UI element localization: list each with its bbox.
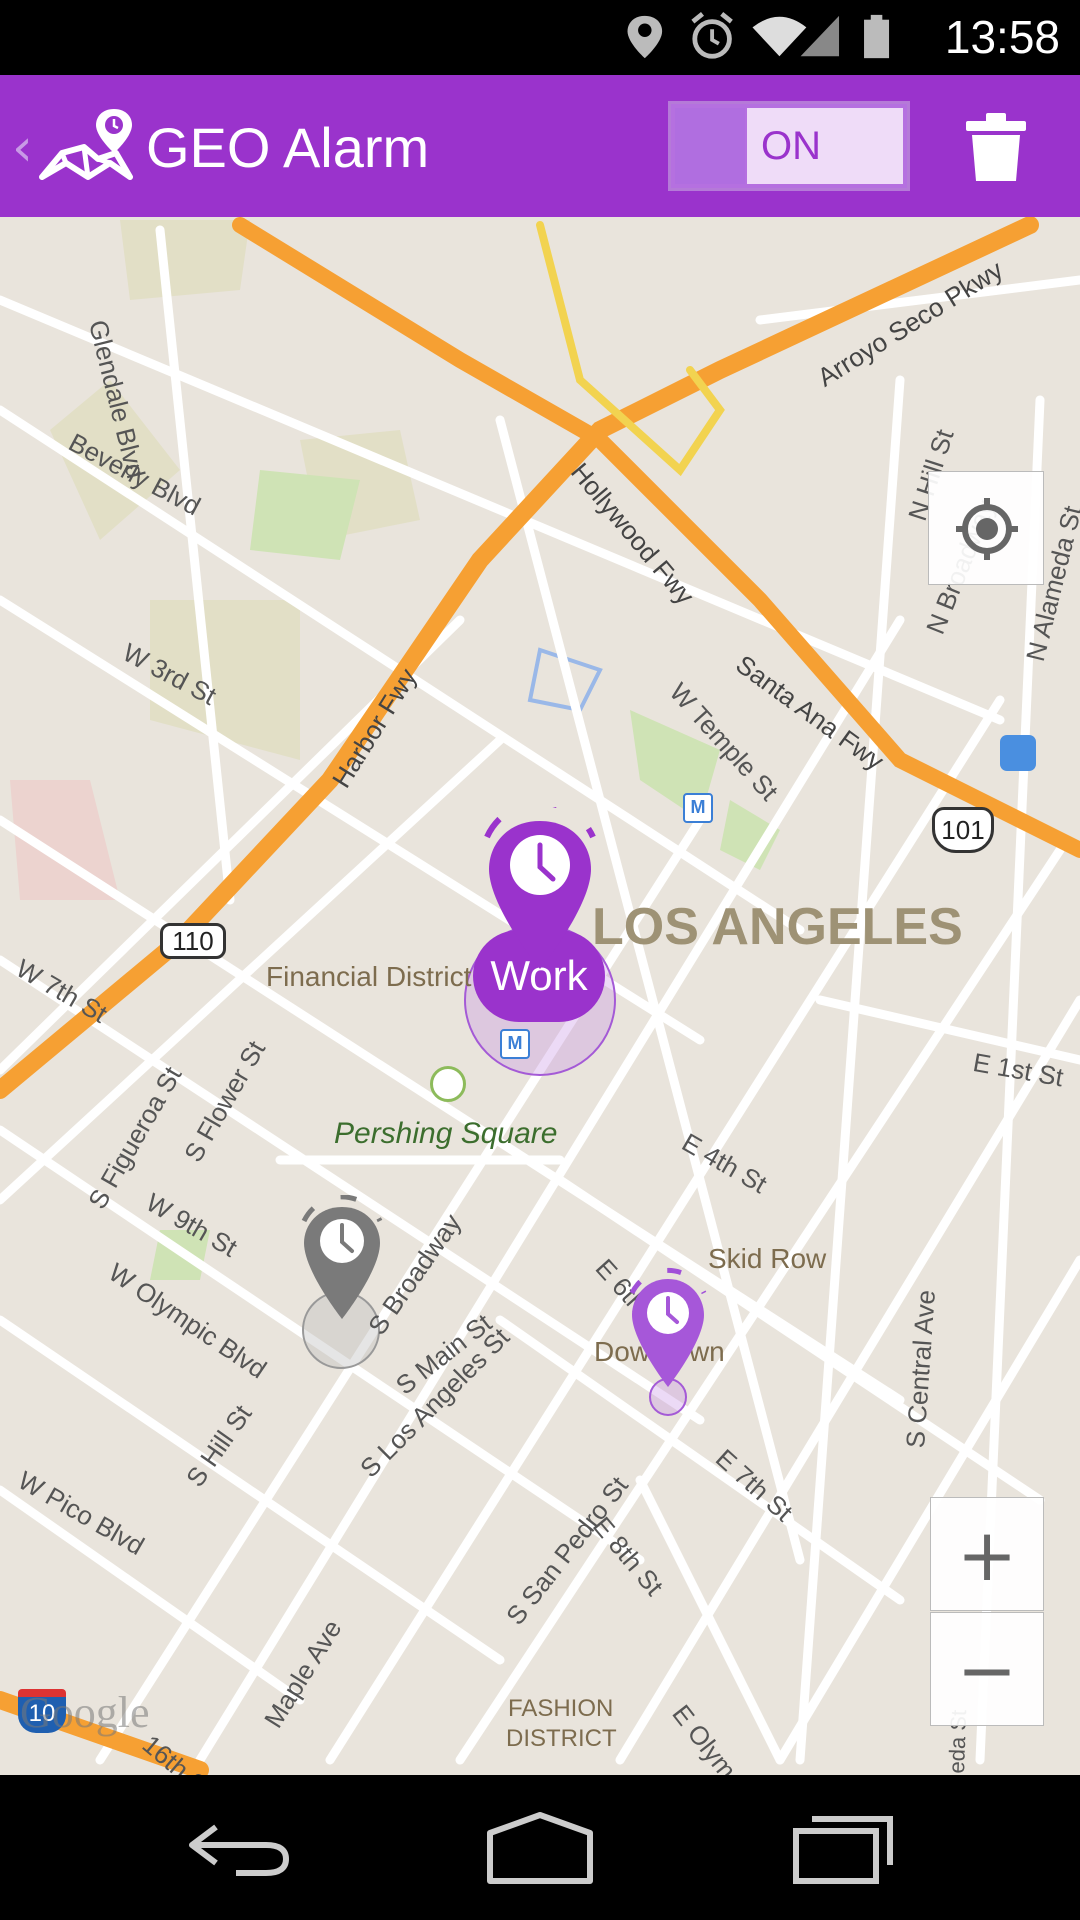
alarm-icon — [691, 12, 733, 59]
location-icon — [627, 15, 663, 59]
signal-icon — [800, 15, 840, 57]
google-logo: Google — [20, 1688, 150, 1737]
wifi-icon — [752, 16, 807, 57]
plus-icon: + — [956, 1513, 1018, 1597]
district-label: FASHION — [508, 1695, 614, 1722]
minus-icon: − — [956, 1628, 1018, 1712]
my-location-button[interactable] — [928, 471, 1044, 585]
crosshair-icon — [956, 498, 1018, 560]
zoom-out-button[interactable]: − — [930, 1612, 1044, 1726]
city-label: LOS ANGELES — [592, 898, 963, 956]
metro-icon: M — [500, 1029, 530, 1059]
downtown-alarm-marker[interactable] — [624, 1267, 712, 1393]
toggle-on-label: ON — [747, 108, 903, 184]
battery-icon — [864, 14, 890, 59]
district-label: DISTRICT — [506, 1725, 617, 1752]
route-110-shield: 110 — [160, 923, 226, 959]
park-label: Pershing Square — [334, 1117, 558, 1150]
park-icon — [430, 1066, 466, 1102]
recents-icon[interactable] — [790, 1811, 896, 1887]
route-101-shield: 101 — [932, 807, 994, 853]
metro-icon: M — [683, 793, 713, 823]
zoom-in-button[interactable]: + — [930, 1497, 1044, 1611]
back-icon[interactable] — [186, 1819, 292, 1879]
app-logo-icon[interactable] — [36, 97, 136, 197]
up-navigation-icon[interactable]: ‹ — [12, 118, 33, 178]
inactive-alarm-marker[interactable] — [296, 1195, 388, 1325]
home-icon[interactable] — [484, 1811, 596, 1887]
system-nav-bar — [0, 1775, 1080, 1920]
status-time: 13:58 — [944, 11, 1060, 63]
work-alarm-marker[interactable] — [477, 807, 603, 975]
app-title: GEO Alarm — [146, 116, 430, 179]
trash-icon[interactable] — [962, 109, 1030, 185]
district-label: Skid Row — [708, 1243, 827, 1274]
alarm-toggle[interactable]: ON — [668, 101, 910, 191]
district-label: Financial District — [266, 961, 472, 992]
status-bar: 13:58 — [0, 0, 1080, 75]
map-view[interactable]: 110 101 10 M M Glendale Blvd Beverly Blv… — [0, 217, 1080, 1775]
bus-station-icon — [1000, 735, 1036, 771]
action-bar: ‹ GEO Alarm ON — [0, 75, 1080, 217]
status-icons — [627, 12, 890, 59]
toggle-track — [675, 108, 745, 184]
